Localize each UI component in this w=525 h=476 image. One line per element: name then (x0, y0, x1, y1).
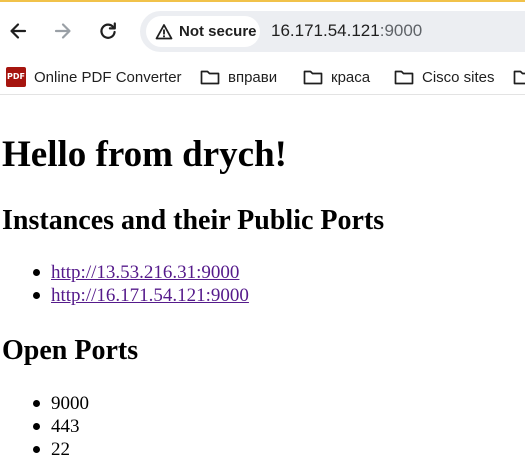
instance-link[interactable]: http://13.53.216.31:9000 (51, 262, 239, 283)
folder-icon (303, 70, 323, 85)
bookmark-folder-overflow[interactable] (513, 65, 525, 89)
forward-arrow-icon (54, 23, 71, 39)
forward-button[interactable] (46, 14, 80, 48)
security-chip[interactable]: Not secure (146, 16, 260, 47)
warning-icon (155, 23, 173, 39)
bookmark-folder-cisco-sites[interactable]: Cisco sites (394, 65, 495, 89)
list-item: 443 (0, 415, 89, 438)
reload-button[interactable] (91, 14, 125, 48)
bookmark-label: вправи (228, 68, 278, 86)
reload-icon (100, 22, 116, 39)
back-button[interactable] (1, 14, 35, 48)
bookmark-folder-vpravy[interactable]: вправи (200, 65, 277, 89)
back-arrow-icon (10, 23, 27, 39)
folder-icon (200, 70, 220, 85)
instances-heading: Instances and their Public Ports (2, 205, 385, 236)
bookmark-online-pdf-converter[interactable]: PDF Online PDF Converter (6, 65, 182, 89)
url-text[interactable]: 16.171.54.121:9000 (271, 21, 422, 41)
ports-list: 9000 443 22 (0, 392, 89, 461)
bookmark-folder-krasa[interactable]: краса (303, 65, 370, 89)
address-bar[interactable]: Not secure 16.171.54.121:9000 (140, 11, 525, 52)
url-port: :9000 (379, 21, 423, 40)
pdf-icon: PDF (6, 67, 26, 87)
list-item: http://16.171.54.121:9000 (0, 284, 249, 307)
browser-toolbar: Not secure 16.171.54.121:9000 (0, 0, 525, 60)
url-host: 16.171.54.121 (271, 21, 380, 40)
security-chip-label: Not secure (179, 23, 257, 40)
bookmark-label: краса (331, 68, 371, 86)
page-title: Hello from drych! (2, 134, 287, 175)
list-item: 22 (0, 438, 89, 461)
bookmark-label: Cisco sites (422, 68, 495, 86)
instance-link[interactable]: http://16.171.54.121:9000 (51, 285, 249, 306)
bookmarks-bar: PDF Online PDF Converter вправи краса Ci… (0, 60, 525, 94)
list-item: 9000 (0, 392, 89, 415)
folder-icon (513, 70, 525, 85)
instances-list: http://13.53.216.31:9000 http://16.171.5… (0, 261, 249, 307)
folder-icon (394, 70, 414, 85)
page-content: Hello from drych! Instances and their Pu… (0, 95, 525, 476)
bookmark-label: Online PDF Converter (34, 68, 182, 86)
ports-heading: Open Ports (2, 335, 139, 366)
list-item: http://13.53.216.31:9000 (0, 261, 249, 284)
